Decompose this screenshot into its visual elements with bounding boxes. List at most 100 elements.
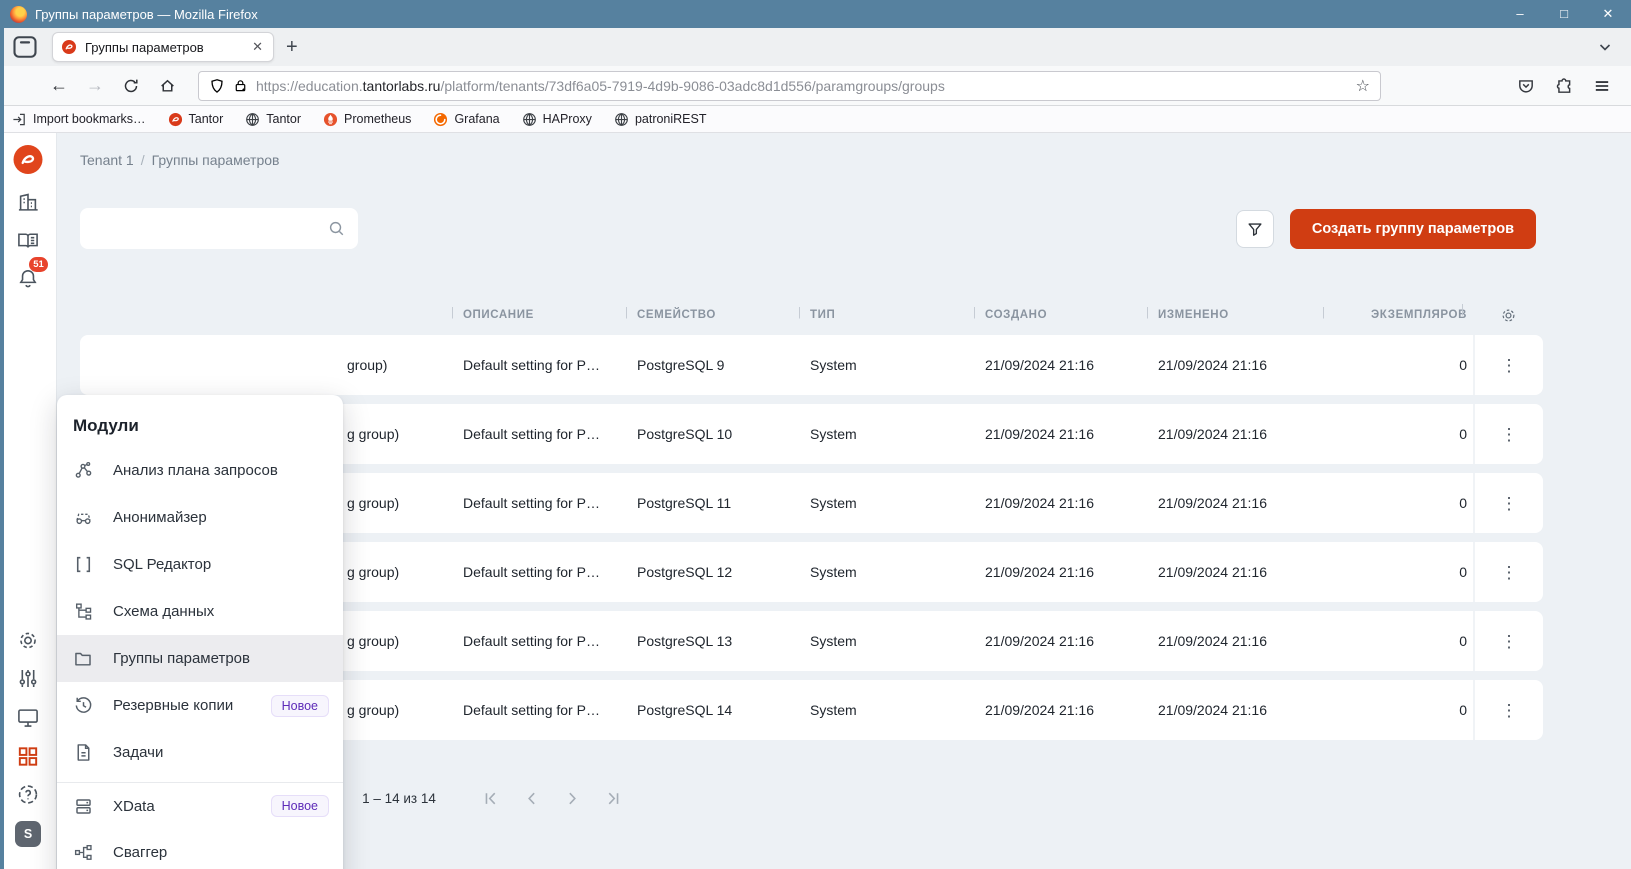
monitor-icon[interactable] xyxy=(16,705,41,730)
cell-family: PostgreSQL 12 xyxy=(637,564,810,580)
list-all-tabs-icon[interactable] xyxy=(1597,39,1613,55)
bookmark-item[interactable]: Tantor xyxy=(245,112,301,127)
cell-actions: ⋮ xyxy=(1473,473,1543,533)
tantor-logo-icon[interactable] xyxy=(14,145,43,174)
tab-overview-icon[interactable] xyxy=(10,32,40,62)
query-plan-icon xyxy=(73,460,95,481)
breadcrumb-tenant[interactable]: Tenant 1 xyxy=(80,152,134,168)
sliders-icon[interactable] xyxy=(16,666,41,691)
lock-icon[interactable] xyxy=(233,78,248,93)
back-icon[interactable]: ← xyxy=(44,71,74,101)
table-header: ОПИСАНИЕ СЕМЕЙСТВО ТИП СОЗДАНО ИЗМЕНЕНО … xyxy=(80,298,1543,332)
create-param-group-button[interactable]: Создать группу параметров xyxy=(1290,209,1536,249)
cell-type: System xyxy=(810,633,985,649)
cell-modified: 21/09/2024 21:16 xyxy=(1158,633,1334,649)
window-border xyxy=(0,28,4,869)
search-input[interactable] xyxy=(80,208,358,249)
new-badge: Новое xyxy=(271,695,329,717)
url-bar[interactable]: https://education.tantorlabs.ru/platform… xyxy=(198,71,1381,101)
row-kebab-menu-icon[interactable]: ⋮ xyxy=(1501,426,1518,443)
tab-title: Группы параметров xyxy=(85,40,242,55)
bookmark-item[interactable]: Import bookmarks… xyxy=(12,112,146,127)
next-page-icon[interactable] xyxy=(564,790,581,807)
column-header-instances[interactable]: ЭКЗЕМПЛЯРОВ xyxy=(1334,309,1473,321)
help-icon[interactable] xyxy=(16,782,41,807)
cell-created: 21/09/2024 21:16 xyxy=(985,564,1158,580)
column-settings-gear-icon[interactable] xyxy=(1473,306,1543,325)
module-menu-item[interactable]: SQL Редактор xyxy=(57,541,343,588)
row-kebab-menu-icon[interactable]: ⋮ xyxy=(1501,633,1518,650)
tracking-shield-icon[interactable] xyxy=(209,78,225,94)
close-button[interactable]: ✕ xyxy=(1601,6,1615,22)
tasks-icon xyxy=(73,742,95,763)
row-kebab-menu-icon[interactable]: ⋮ xyxy=(1501,495,1518,512)
cell-modified: 21/09/2024 21:16 xyxy=(1158,495,1334,511)
cell-modified: 21/09/2024 21:16 xyxy=(1158,357,1334,373)
extensions-puzzle-icon[interactable] xyxy=(1555,77,1573,95)
column-header-description[interactable]: ОПИСАНИЕ xyxy=(463,309,637,321)
last-page-icon[interactable] xyxy=(605,790,622,807)
row-kebab-menu-icon[interactable]: ⋮ xyxy=(1501,702,1518,719)
modules-grid-icon[interactable] xyxy=(16,744,41,769)
column-header-modified[interactable]: ИЗМЕНЕНО xyxy=(1158,309,1334,321)
module-menu-item[interactable]: Задачи xyxy=(57,729,343,776)
maximize-button[interactable]: □ xyxy=(1557,6,1571,22)
bookmark-item[interactable]: Tantor xyxy=(168,112,224,127)
funnel-icon xyxy=(1246,220,1264,238)
cell-modified: 21/09/2024 21:16 xyxy=(1158,564,1334,580)
cell-instances: 0 xyxy=(1334,564,1473,580)
column-header-created[interactable]: СОЗДАНО xyxy=(985,309,1158,321)
bookmark-item[interactable]: HAProxy xyxy=(522,112,592,127)
row-kebab-menu-icon[interactable]: ⋮ xyxy=(1501,357,1518,374)
column-header-family[interactable]: СЕМЕЙСТВО xyxy=(637,309,810,321)
bookmark-item[interactable]: patroniREST xyxy=(614,112,707,127)
cell-actions: ⋮ xyxy=(1473,680,1543,740)
tab-close-icon[interactable]: ✕ xyxy=(250,39,265,55)
import-bookmarks-icon xyxy=(12,112,27,127)
documentation-book-icon[interactable] xyxy=(16,228,41,253)
cell-created: 21/09/2024 21:16 xyxy=(985,633,1158,649)
tantor-favicon-icon xyxy=(61,39,77,55)
new-badge: Новое xyxy=(271,795,329,817)
minimize-button[interactable]: – xyxy=(1513,6,1527,22)
new-tab-button[interactable]: + xyxy=(286,37,298,57)
module-menu-item[interactable]: XData Новое xyxy=(57,782,343,829)
swagger-icon xyxy=(73,842,95,863)
cell-created: 21/09/2024 21:16 xyxy=(985,495,1158,511)
browser-tab[interactable]: Группы параметров ✕ xyxy=(52,32,274,62)
user-avatar[interactable]: S xyxy=(15,821,41,847)
cell-modified: 21/09/2024 21:16 xyxy=(1158,702,1334,718)
cell-family: PostgreSQL 10 xyxy=(637,426,810,442)
cell-type: System xyxy=(810,495,985,511)
row-kebab-menu-icon[interactable]: ⋮ xyxy=(1501,564,1518,581)
forward-icon[interactable]: → xyxy=(80,71,110,101)
organization-icon[interactable] xyxy=(16,190,41,215)
cell-instances: 0 xyxy=(1334,633,1473,649)
column-header-type[interactable]: ТИП xyxy=(810,309,985,321)
page-tabs xyxy=(80,190,1631,199)
bookmark-item[interactable]: Grafana xyxy=(433,112,499,127)
module-menu-item[interactable]: Группы параметров xyxy=(57,635,343,682)
bookmark-item[interactable]: Prometheus xyxy=(323,112,411,127)
home-icon[interactable] xyxy=(152,71,182,101)
hamburger-menu-icon[interactable] xyxy=(1593,77,1611,95)
module-menu-item[interactable]: Анонимайзер xyxy=(57,494,343,541)
cell-instances: 0 xyxy=(1334,495,1473,511)
reload-icon[interactable] xyxy=(116,71,146,101)
settings-gear-icon[interactable] xyxy=(16,628,41,653)
module-menu-item[interactable]: Резервные копии Новое xyxy=(57,682,343,729)
module-menu-item[interactable]: Схема данных xyxy=(57,588,343,635)
module-menu-item[interactable]: Анализ плана запросов xyxy=(57,447,343,494)
first-page-icon[interactable] xyxy=(482,790,499,807)
module-menu-item[interactable]: Сваггер xyxy=(57,829,343,869)
data-schema-icon xyxy=(73,601,95,622)
cell-type: System xyxy=(810,702,985,718)
cell-actions: ⋮ xyxy=(1473,404,1543,464)
pocket-icon[interactable] xyxy=(1517,77,1535,95)
table-row[interactable]: group) Default setting for P… PostgreSQL… xyxy=(80,335,1543,395)
url-text: https://education.tantorlabs.ru/platform… xyxy=(256,78,1348,94)
previous-page-icon[interactable] xyxy=(523,790,540,807)
filter-button[interactable] xyxy=(1236,210,1274,248)
breadcrumb-separator: / xyxy=(141,152,145,168)
bookmark-star-icon[interactable]: ☆ xyxy=(1356,76,1370,96)
